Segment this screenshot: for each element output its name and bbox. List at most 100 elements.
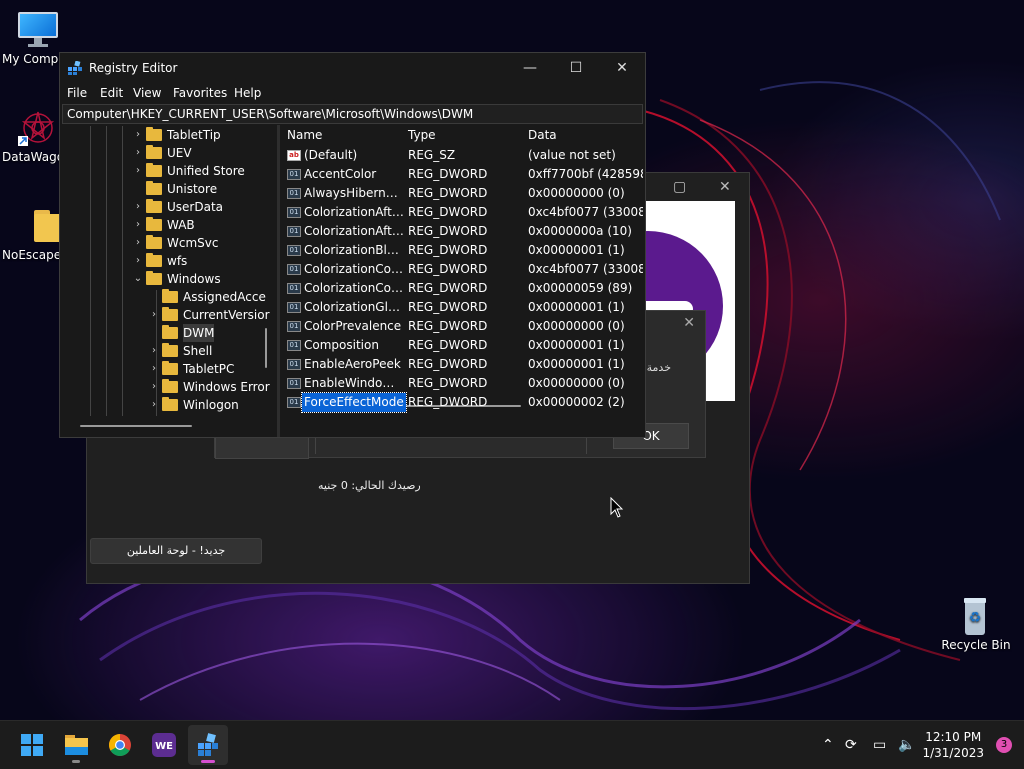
binary-value-icon: 01 [287,302,301,313]
taskbar: WE ⌃ ⟳ ▭ 🔈 12:10 PM 1/31/2023 3 [0,720,1024,769]
maximize-button[interactable]: ☐ [553,53,599,83]
tree-node-label: Windows Error [183,380,270,394]
value-row[interactable]: 01ColorizationAfterglow REG_DWORD 0xc4bf00… [281,203,643,222]
tree-node-label: DWM [183,324,215,342]
menu-bar: File Edit View Favorites Help [60,83,645,103]
value-row[interactable]: 01 Composition REG_DWORD 0x00000001 (1) [281,336,643,355]
tree-node-label: Winlogon [183,398,239,412]
taskbar-we-app[interactable]: WE [144,725,184,765]
workers-panel-button[interactable]: جديد! - لوحة العاملين [90,538,262,564]
chevron-right-icon[interactable]: › [132,126,144,144]
notification-badge[interactable]: 3 [996,737,1012,753]
value-row[interactable]: 01 ColorizationColor REG_DWORD 0xc4bf0077 (… [281,260,643,279]
value-row[interactable]: 01 EnableAeroPeek REG_DWORD 0x00000001 (1) [281,355,643,374]
chevron-right-icon[interactable]: › [132,144,144,162]
taskbar-chrome[interactable] [100,725,140,765]
binary-value-icon: 01 [287,264,301,275]
value-row[interactable]: 01AlwaysHibernateThumbnails REG_DWORD 0x00… [281,184,643,203]
network-icon[interactable]: ▭ [873,721,886,769]
value-data: (value not set) [528,148,616,162]
we-app-icon: WE [152,733,176,757]
title-bar[interactable]: Registry Editor — ☐ ✕ [60,53,645,83]
value-data: 0x00000000 (0) [528,376,625,390]
column-header-data[interactable]: Data [528,128,557,142]
folder-icon [146,271,162,285]
sync-icon[interactable]: ⟳ [845,721,857,769]
value-type: REG_SZ [408,148,456,162]
chevron-right-icon[interactable]: › [148,342,160,360]
value-type: REG_DWORD [408,262,488,276]
tree-node-label: TabletTip [167,128,221,142]
close-button[interactable]: ✕ [599,53,645,83]
value-row[interactable]: 01ColorizationColorBalance REG_DWORD 0x000… [281,279,643,298]
registry-editor-icon [68,61,82,75]
desktop-icon-recycle-bin[interactable]: ♻ Recycle Bin [936,596,1012,652]
menu-edit[interactable]: Edit [100,86,123,100]
menu-help[interactable]: Help [234,86,261,100]
menu-view[interactable]: View [133,86,161,100]
recycle-bin-icon: ♻ [952,596,996,636]
menu-favorites[interactable]: Favorites [173,86,227,100]
chevron-right-icon[interactable]: › [132,216,144,234]
tree-horizontal-scrollbar[interactable] [80,425,192,427]
volume-icon[interactable]: 🔈 [898,721,915,769]
taskbar-registry-editor[interactable] [188,725,228,765]
value-data: 0x00000002 (2) [528,395,625,409]
chevron-right-icon[interactable]: › [148,360,160,378]
tree-node-label: Windows [167,272,221,286]
value-name: (Default) [304,148,358,162]
maximize-icon[interactable]: ▢ [673,179,686,195]
binary-value-icon: 01 [287,207,301,218]
value-row[interactable]: ab (Default) REG_SZ (value not set) [281,146,643,165]
clock[interactable]: 12:10 PM 1/31/2023 [922,729,984,761]
column-header-name[interactable]: Name [287,128,322,142]
chevron-right-icon[interactable]: › [148,306,160,324]
value-row[interactable]: 01ColorizationAfterglowBalance REG_DWORD 0… [281,222,643,241]
start-button[interactable] [12,725,52,765]
close-icon[interactable]: ✕ [683,315,695,331]
value-data: 0x0000000a (10) [528,224,632,238]
chevron-right-icon[interactable]: › [148,396,160,414]
taskbar-file-explorer[interactable] [56,725,96,765]
tree-node-label: wfs [167,254,188,268]
value-name: ForceEffectMode [301,392,407,413]
tree-node-label: WcmSvc [167,236,219,250]
pane-splitter[interactable] [277,125,280,437]
folder-icon [146,253,162,267]
value-row[interactable]: 01EnableWindowColorization REG_DWORD 0x000… [281,374,643,393]
values-list: Name Type Data ab (Default) REG_SZ (value n… [281,126,643,436]
value-row[interactable]: 01ColorizationGlassAttribute REG_DWORD 0x0… [281,298,643,317]
binary-value-icon: 01 [287,321,301,332]
minimize-button[interactable]: — [507,53,553,83]
column-header-type[interactable]: Type [408,128,436,142]
chevron-right-icon[interactable]: › [132,162,144,180]
tree-vertical-scrollbar[interactable] [265,328,267,368]
menu-file[interactable]: File [67,86,87,100]
address-bar[interactable]: Computer\HKEY_CURRENT_USER\Software\Micr… [62,104,643,124]
value-name: ColorizationColor [304,262,404,276]
desktop-icon-label: Recycle Bin [941,638,1011,652]
chevron-right-icon[interactable]: › [148,378,160,396]
value-type: REG_DWORD [408,186,488,200]
chevron-up-icon[interactable]: ⌃ [822,721,834,769]
chevron-down-icon[interactable]: ⌄ [132,270,144,288]
value-type: REG_DWORD [408,224,488,238]
mouse-cursor-icon [610,497,624,518]
value-row[interactable]: 01 ColorPrevalence REG_DWORD 0x00000000 (0) [281,317,643,336]
dialog-text: خدمة [646,361,671,374]
value-type: REG_DWORD [408,319,488,333]
chevron-right-icon[interactable]: › [132,234,144,252]
chevron-right-icon[interactable]: › [132,252,144,270]
value-name: AccentColor [304,167,377,181]
value-name: ColorizationBlurBalance [304,243,404,257]
folder-icon [162,343,178,357]
tree-node-label: TabletPC [183,362,235,376]
tree-node-label: Shell [183,344,213,358]
value-row[interactable]: 01AccentColor REG_DWORD 0xff7700bf (428598… [281,165,643,184]
chevron-right-icon[interactable]: › [132,198,144,216]
registry-editor-icon [198,733,218,756]
value-row[interactable]: 01ColorizationBlurBalance REG_DWORD 0x0000… [281,241,643,260]
tree-node-label: UserData [167,200,224,214]
value-row[interactable]: 01 ForceEffectMode REG_DWORD 0x00000002 (2) [281,392,643,413]
close-icon[interactable]: ✕ [719,179,731,195]
